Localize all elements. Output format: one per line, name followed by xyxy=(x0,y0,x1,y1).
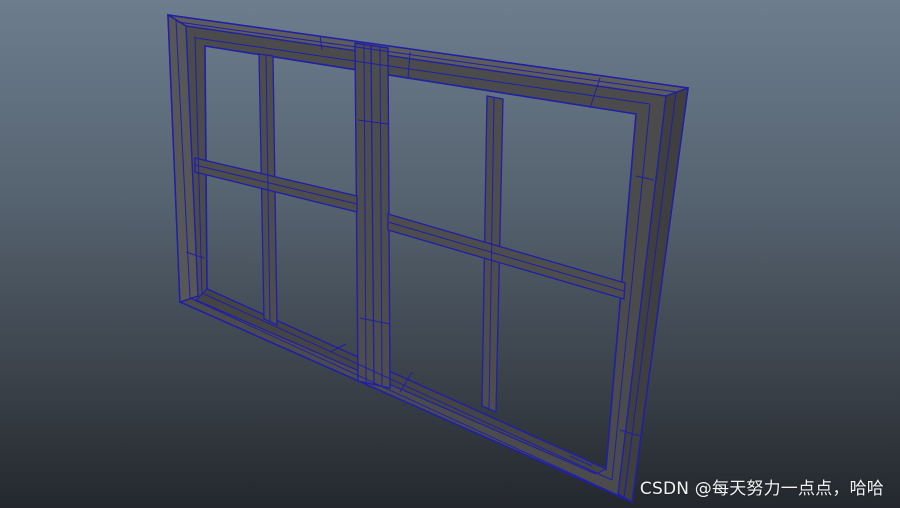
window-inner-sill xyxy=(194,288,608,475)
window-frame-top-bevel xyxy=(167,14,689,97)
watermark-text: CSDN @每天努力一点点，哈哈 xyxy=(639,479,884,499)
window-frame-model xyxy=(167,13,689,504)
maya-viewport[interactable]: CSDN @每天努力一点点，哈哈 xyxy=(0,0,900,508)
